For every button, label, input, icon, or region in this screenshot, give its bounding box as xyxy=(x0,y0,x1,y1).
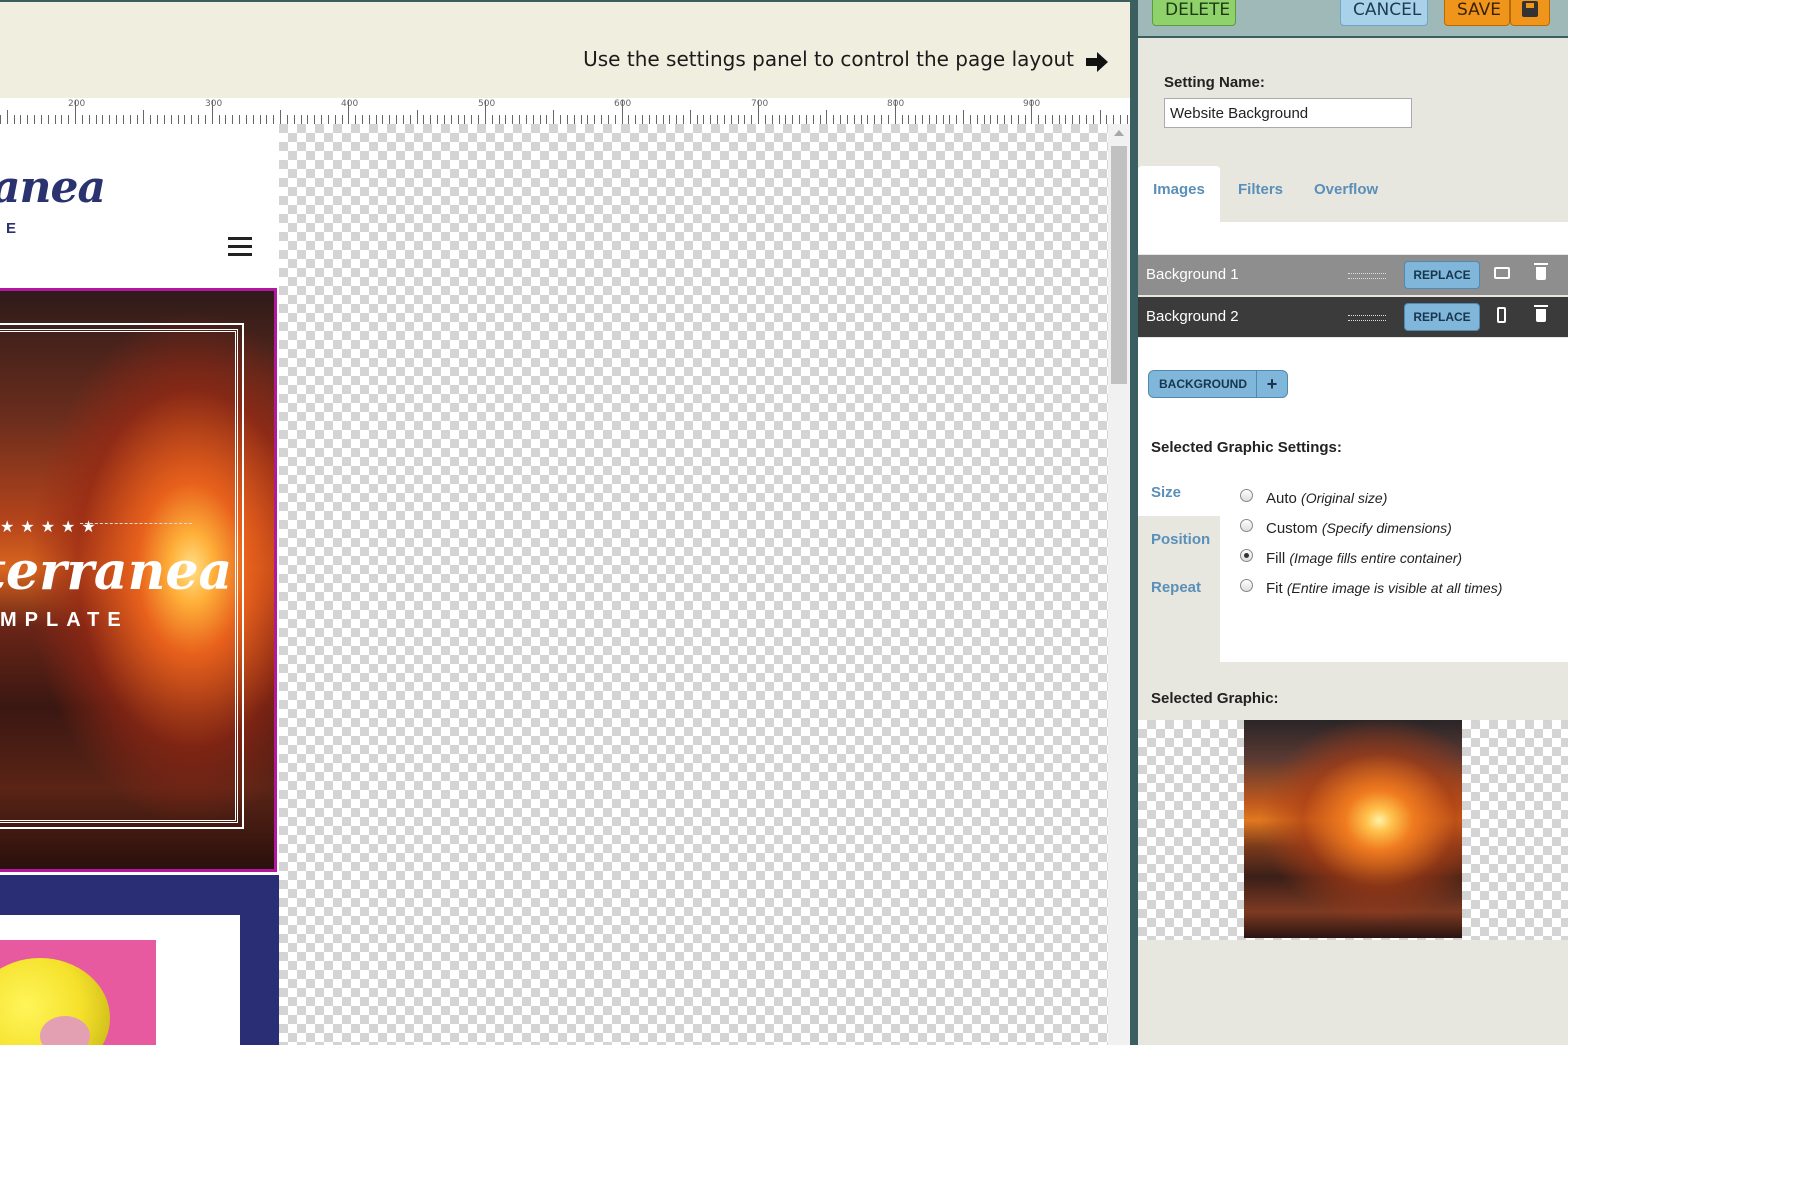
radio-button[interactable] xyxy=(1240,519,1253,532)
ruler-label: 200 xyxy=(68,99,86,109)
ruler-label: 800 xyxy=(887,99,905,109)
graphic-settings-area: BACKGROUND + Selected Graphic Settings: … xyxy=(1138,338,1568,662)
option-hint: (Original size) xyxy=(1301,490,1388,506)
delete-button[interactable]: DELETE xyxy=(1152,0,1236,26)
ruler-label: 600 xyxy=(614,99,632,109)
option-label: Fit xyxy=(1266,580,1283,597)
option-label: Custom xyxy=(1266,520,1318,537)
mobile-icon[interactable] xyxy=(1497,307,1506,323)
background-name: Background 2 xyxy=(1146,308,1239,325)
save-disk-button[interactable] xyxy=(1510,0,1550,26)
background-name: Background 1 xyxy=(1146,266,1239,283)
add-background-label: BACKGROUND xyxy=(1159,377,1247,391)
layout-hint-text: Use the settings panel to control the pa… xyxy=(583,47,1074,71)
radio-button[interactable] xyxy=(1240,579,1253,592)
background-row-2[interactable]: Background 2 REPLACE xyxy=(1138,297,1568,337)
tab-images[interactable]: Images xyxy=(1138,166,1220,224)
tab-overflow[interactable]: Overflow xyxy=(1314,166,1378,222)
option-label: Fill xyxy=(1266,550,1286,567)
side-tab-position[interactable]: Position xyxy=(1138,517,1220,563)
option-label: Auto xyxy=(1266,490,1297,507)
plus-icon[interactable]: + xyxy=(1256,371,1287,397)
website-preview[interactable]: anea E ★★★★★ terranea MPLATE xyxy=(0,124,279,1045)
background-row-1[interactable]: Background 1 REPLACE xyxy=(1138,255,1568,295)
trash-icon[interactable] xyxy=(1534,263,1548,280)
canvas-scrollbar[interactable] xyxy=(1108,124,1130,1045)
option-hint: (Entire image is visible at all times) xyxy=(1286,580,1503,596)
settings-tabs: Images Filters Overflow xyxy=(1138,166,1568,224)
cancel-button[interactable]: CANCEL xyxy=(1340,0,1428,26)
selected-graphic-preview xyxy=(1138,720,1568,940)
drag-handle-icon[interactable] xyxy=(1348,273,1386,279)
graphic-settings-side-tabs: Size Position Repeat xyxy=(1138,470,1220,662)
option-hint: (Image fills entire container) xyxy=(1289,550,1463,566)
add-background-button[interactable]: BACKGROUND + xyxy=(1148,370,1288,398)
tab-filters[interactable]: Filters xyxy=(1238,166,1283,222)
ruler-label: 300 xyxy=(205,99,223,109)
replace-button[interactable]: REPLACE xyxy=(1404,261,1480,289)
floppy-disk-icon xyxy=(1522,1,1538,17)
selected-graphic-label: Selected Graphic: xyxy=(1151,690,1279,707)
side-tab-repeat[interactable]: Repeat xyxy=(1138,565,1220,611)
hero-stars: ★★★★★ xyxy=(0,519,102,536)
sunset-beach-image[interactable] xyxy=(1244,720,1462,938)
option-hint: (Specify dimensions) xyxy=(1321,520,1452,536)
ruler-ticks xyxy=(0,100,1128,124)
ruler-label: 400 xyxy=(341,99,359,109)
selected-graphic-settings-label: Selected Graphic Settings: xyxy=(1151,439,1342,456)
site-logo[interactable]: anea xyxy=(0,162,106,213)
hero-title: terranea xyxy=(0,541,233,602)
replace-button[interactable]: REPLACE xyxy=(1404,303,1480,331)
ruler-label: 500 xyxy=(478,99,496,109)
drag-handle-icon[interactable] xyxy=(1348,315,1386,321)
setting-name-input[interactable] xyxy=(1164,98,1412,128)
settings-panel: DELETE CANCEL SAVE Setting Name: Images … xyxy=(1138,0,1568,1045)
radio-button[interactable] xyxy=(1240,489,1253,502)
desktop-icon[interactable] xyxy=(1494,267,1510,279)
ruler-label: 900 xyxy=(1023,99,1041,109)
tab-body xyxy=(1138,222,1568,254)
arrow-right-icon xyxy=(1086,52,1108,72)
scrollbar-thumb[interactable] xyxy=(1111,146,1127,384)
trash-icon[interactable] xyxy=(1534,305,1548,322)
panel-toolbar: DELETE CANCEL SAVE xyxy=(1138,0,1568,38)
layout-hint-bar: Use the settings panel to control the pa… xyxy=(0,0,1132,100)
hero-divider xyxy=(80,523,192,524)
horizontal-ruler: 200 300 400 500 600 700 800 900 xyxy=(0,98,1132,124)
setting-name-label: Setting Name: xyxy=(1164,74,1265,91)
radio-button-selected[interactable] xyxy=(1240,549,1253,562)
site-logo-subtitle: E xyxy=(6,220,17,237)
panel-divider xyxy=(1130,0,1138,1045)
hero-subtitle: MPLATE xyxy=(0,609,129,631)
save-button[interactable]: SAVE xyxy=(1444,0,1510,26)
ruler-label: 700 xyxy=(751,99,769,109)
editor-canvas-area: Use the settings panel to control the pa… xyxy=(0,0,1132,1045)
pop-art-image xyxy=(0,940,156,1045)
side-tab-size[interactable]: Size xyxy=(1138,470,1220,516)
scroll-up-arrow-icon[interactable] xyxy=(1114,130,1124,136)
hamburger-menu-icon[interactable] xyxy=(228,237,252,257)
hero-section[interactable]: ★★★★★ terranea MPLATE xyxy=(0,288,277,872)
